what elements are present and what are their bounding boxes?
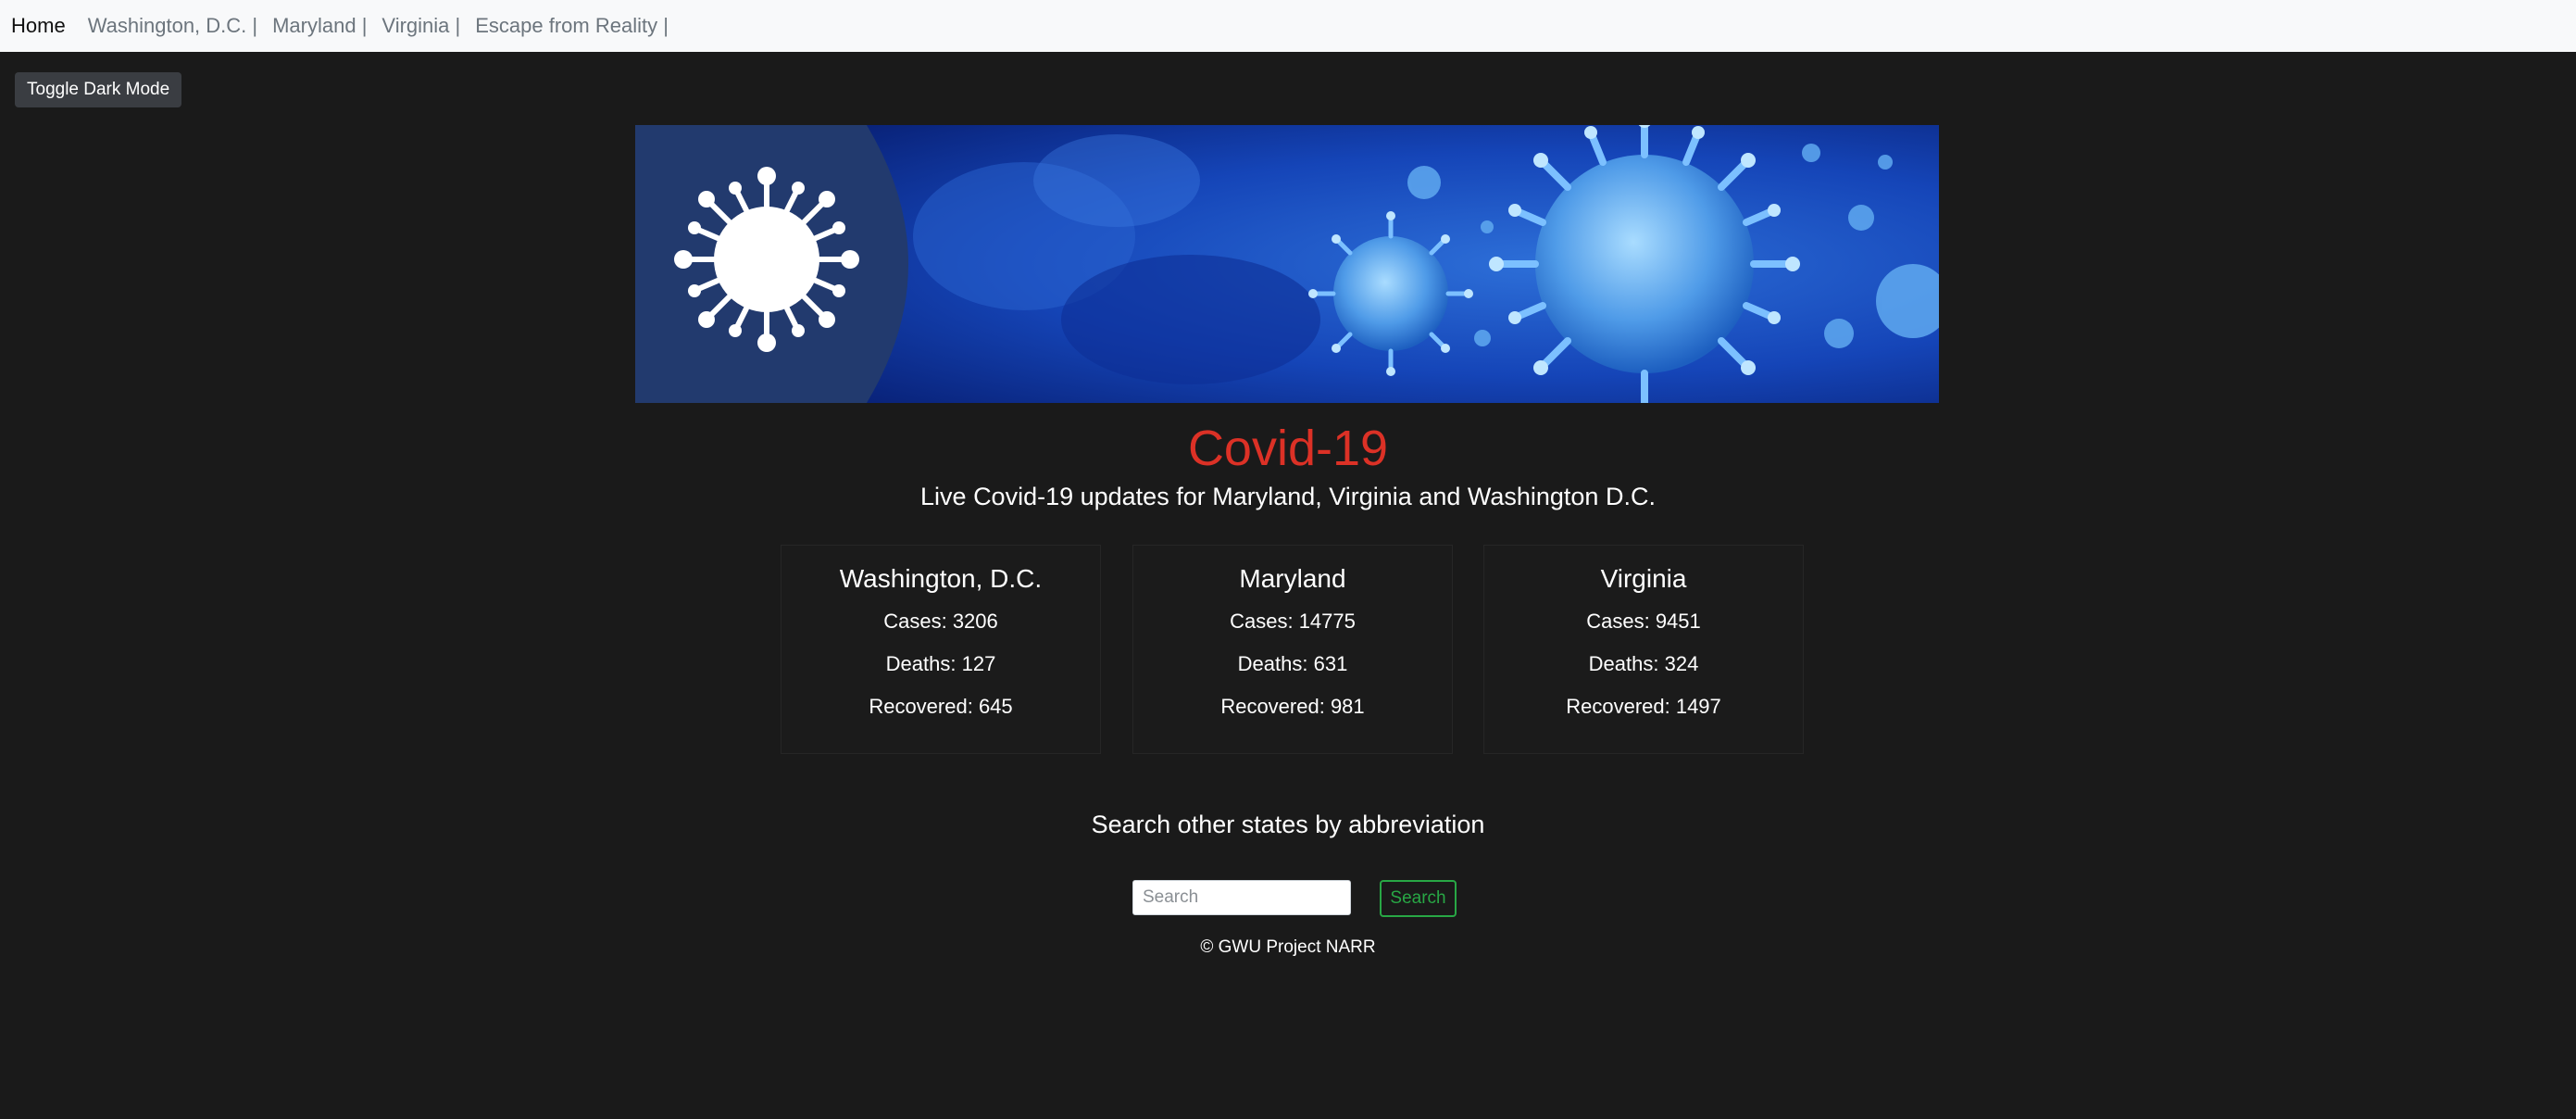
card-title: Virginia bbox=[1600, 564, 1687, 593]
recovered-count: Recovered: 645 bbox=[869, 695, 1013, 718]
card-virginia: Virginia Cases: 9451 Deaths: 324 Recover… bbox=[1483, 545, 1804, 754]
cases-count: Cases: 3206 bbox=[883, 610, 998, 633]
page-title: Covid-19 bbox=[1187, 421, 1389, 476]
nav-home-link[interactable]: Home bbox=[11, 14, 66, 38]
card-maryland: Maryland Cases: 14775 Deaths: 631 Recove… bbox=[1132, 545, 1453, 754]
cases-count: Cases: 14775 bbox=[1230, 610, 1356, 633]
card-title: Maryland bbox=[1239, 564, 1346, 593]
nav-link-maryland[interactable]: Maryland | bbox=[272, 14, 367, 38]
search-input[interactable] bbox=[1132, 880, 1351, 915]
deaths-count: Deaths: 127 bbox=[885, 652, 996, 675]
virus-icon bbox=[674, 167, 859, 352]
search-button[interactable]: Search bbox=[1380, 880, 1457, 917]
banner-graphic bbox=[635, 125, 1939, 403]
deaths-count: Deaths: 631 bbox=[1237, 652, 1348, 675]
nav-link-virginia[interactable]: Virginia | bbox=[381, 14, 460, 38]
navbar: Home Washington, D.C. | Maryland | Virgi… bbox=[0, 0, 2576, 52]
card-title: Washington, D.C. bbox=[839, 564, 1043, 593]
nav-link-escape-from-reality[interactable]: Escape from Reality | bbox=[475, 14, 669, 38]
cases-count: Cases: 9451 bbox=[1586, 610, 1701, 633]
recovered-count: Recovered: 1497 bbox=[1566, 695, 1721, 718]
page-subtitle: Live Covid-19 updates for Maryland, Virg… bbox=[920, 483, 1656, 510]
deaths-count: Deaths: 324 bbox=[1588, 652, 1699, 675]
search-heading: Search other states by abbreviation bbox=[1091, 811, 1485, 838]
medium-virus-illustration bbox=[1308, 211, 1473, 376]
footer-copyright: © GWU Project NARR bbox=[1200, 937, 1376, 957]
nav-link-washington-dc[interactable]: Washington, D.C. | bbox=[88, 14, 257, 38]
toggle-dark-mode-button[interactable]: Toggle Dark Mode bbox=[15, 72, 182, 107]
card-washington-dc: Washington, D.C. Cases: 3206 Deaths: 127… bbox=[781, 545, 1101, 754]
recovered-count: Recovered: 981 bbox=[1220, 695, 1365, 718]
covid-banner-image bbox=[635, 125, 1939, 403]
